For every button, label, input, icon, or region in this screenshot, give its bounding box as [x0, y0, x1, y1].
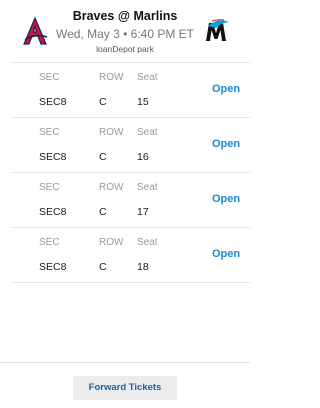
- row-column: ROW C: [99, 72, 123, 108]
- event-venue: loanDepot park: [96, 44, 154, 54]
- sec-value: SEC8: [39, 206, 67, 218]
- footer-bar: Forward Tickets: [0, 362, 250, 408]
- seat-value: 18: [137, 261, 149, 273]
- section-column: SEC SEC8: [39, 127, 66, 163]
- seat-label: Seat: [137, 237, 158, 248]
- ticket-list: SEC SEC8 ROW C Seat 15 Open SEC SEC8 ROW…: [0, 62, 250, 283]
- marlins-logo-icon: [206, 19, 229, 41]
- row-value: C: [99, 96, 107, 108]
- row-value: C: [99, 151, 107, 163]
- seat-column: Seat 15: [137, 72, 158, 108]
- section-column: SEC SEC8: [39, 72, 66, 108]
- forward-tickets-button[interactable]: Forward Tickets: [73, 376, 177, 400]
- seat-label: Seat: [137, 182, 158, 193]
- sec-value: SEC8: [39, 261, 67, 273]
- row-value: C: [99, 206, 107, 218]
- seat-column: Seat 18: [137, 237, 158, 273]
- row-value: C: [99, 261, 107, 273]
- row-column: ROW C: [99, 127, 123, 163]
- seat-label: Seat: [137, 72, 158, 83]
- seat-value: 16: [137, 151, 149, 163]
- section-column: SEC SEC8: [39, 237, 66, 273]
- sec-label: SEC: [39, 127, 60, 138]
- row-label: ROW: [99, 72, 124, 83]
- row-column: ROW C: [99, 237, 123, 273]
- section-column: SEC SEC8: [39, 182, 66, 218]
- seat-value: 15: [137, 96, 149, 108]
- event-header: Braves @ Marlins Wed, May 3 • 6:40 PM ET…: [0, 0, 250, 62]
- open-ticket-button[interactable]: Open: [212, 138, 240, 150]
- seat-label: Seat: [137, 127, 158, 138]
- seat-column: Seat 16: [137, 127, 158, 163]
- sec-label: SEC: [39, 182, 60, 193]
- seat-value: 17: [137, 206, 149, 218]
- sec-label: SEC: [39, 237, 60, 248]
- open-ticket-button[interactable]: Open: [212, 83, 240, 95]
- seat-column: Seat 17: [137, 182, 158, 218]
- row-label: ROW: [99, 182, 124, 193]
- row-label: ROW: [99, 237, 124, 248]
- ticket-row: SEC SEC8 ROW C Seat 16 Open: [11, 117, 250, 172]
- row-label: ROW: [99, 127, 124, 138]
- sec-label: SEC: [39, 72, 60, 83]
- ticket-row: SEC SEC8 ROW C Seat 18 Open: [11, 227, 250, 283]
- ticket-row: SEC SEC8 ROW C Seat 17 Open: [11, 172, 250, 227]
- open-ticket-button[interactable]: Open: [212, 248, 240, 260]
- ticket-row: SEC SEC8 ROW C Seat 15 Open: [11, 62, 250, 117]
- row-column: ROW C: [99, 182, 123, 218]
- open-ticket-button[interactable]: Open: [212, 193, 240, 205]
- sec-value: SEC8: [39, 151, 67, 163]
- sec-value: SEC8: [39, 96, 67, 108]
